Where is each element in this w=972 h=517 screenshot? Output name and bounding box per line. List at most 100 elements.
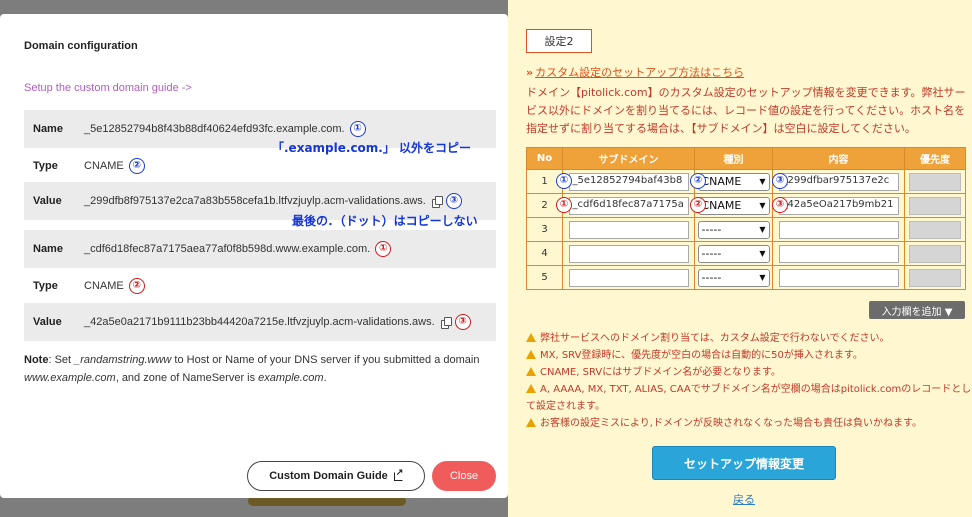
copy-icon[interactable]	[431, 196, 443, 208]
row-key: Type	[33, 280, 58, 292]
copy-icon[interactable]	[440, 317, 452, 329]
warning-text: MX, SRV登録時に、優先度が空白の場合は自動的に50が挿入されます。	[540, 350, 863, 361]
record-2-value-row: Value _42a5e0a2171b9111b23bb44420a7215e.…	[24, 303, 496, 341]
warning-item: お客様の設定ミスにより,ドメインが反映されなくなった場合も責任は負いかねます。	[526, 415, 972, 432]
warning-item: CNAME, SRVにはサブドメイン名が必要となります。	[526, 364, 972, 381]
row-value[interactable]: CNAME	[84, 160, 124, 172]
select-value: -----	[701, 271, 722, 284]
type-select[interactable]: CNAME ▼	[697, 172, 770, 191]
content-input[interactable]: _42a5eOa217b9mb21	[778, 196, 899, 215]
number-badge: ②	[690, 173, 706, 189]
back-link[interactable]: 戻る	[733, 491, 755, 507]
chevron-down-icon: ▼	[759, 273, 766, 282]
record-2-name-row: Name _cdf6d18fec87a7175aea77af0f8b598d.w…	[24, 230, 496, 268]
priority-input[interactable]	[909, 172, 961, 191]
priority-input[interactable]	[909, 268, 961, 287]
type-select[interactable]: ----- ▼	[697, 268, 770, 287]
add-row-button[interactable]: 入力欄を追加 ▼	[869, 301, 965, 319]
close-button[interactable]: Close	[432, 461, 496, 491]
domain-config-modal: Domain configuration Setup the custom do…	[0, 14, 508, 498]
number-badge: ③	[454, 314, 471, 330]
row-value[interactable]: _299dfb8f975137e2ca7a83b558cefa1b.ltfvzj…	[84, 195, 426, 207]
note-part: .	[323, 372, 327, 384]
record-2-type-row: Type CNAME ②	[24, 267, 496, 305]
number-badge: ①	[349, 121, 366, 137]
setup-method-link[interactable]: » カスタム設定のセットアップ方法はこちら	[526, 64, 744, 80]
content-input[interactable]	[778, 268, 899, 287]
warning-icon	[526, 367, 536, 376]
row-value[interactable]: _cdf6d18fec87a7175aea77af0f8b598d.www.ex…	[84, 243, 370, 255]
note-text: Note: Set _randamstring.www to Host or N…	[24, 351, 494, 387]
content-input[interactable]	[778, 220, 899, 239]
table-row: 2 ① _cdf6d18fec87a7175a ② CNAME ▼ ③ _42a5eOa…	[526, 193, 966, 218]
priority-input[interactable]	[909, 196, 961, 215]
subdomain-input[interactable]	[568, 268, 689, 287]
row-number: 3	[526, 217, 563, 242]
select-value: CNAME	[701, 199, 742, 212]
table-row: 1 ① _5e12852794baf43b8 ② CNAME ▼ ③ _299dfbar…	[526, 169, 966, 194]
row-key: Name	[33, 123, 63, 135]
warning-item: A, AAAA, MX, TXT, ALIAS, CAAでサブドメイン名が空欄の…	[526, 381, 972, 415]
button-label: Custom Domain Guide	[269, 470, 388, 482]
select-value: CNAME	[701, 175, 742, 188]
modal-title: Domain configuration	[24, 40, 138, 52]
number-badge: ③	[772, 173, 788, 189]
setup-guide-link[interactable]: Setup the custom domain guide ->	[24, 82, 192, 94]
section-tag: 設定2	[526, 29, 592, 53]
content-input[interactable]: _299dfbar975137e2c	[778, 172, 899, 191]
panel-description: ドメイン【pitolick.com】のカスタム設定のセットアップ情報を変更できま…	[526, 86, 966, 135]
link-label: カスタム設定のセットアップ方法はこちら	[535, 66, 745, 79]
dns-settings-panel: 設定2 » カスタム設定のセットアップ方法はこちら ドメイン【pitolick.c…	[508, 0, 972, 517]
row-value[interactable]: _42a5e0a2171b9111b23bb44420a7215e.ltfvzj…	[84, 316, 435, 328]
row-number: 5	[526, 265, 563, 290]
subdomain-input[interactable]: _cdf6d18fec87a7175a	[568, 196, 689, 215]
warning-icon	[526, 418, 536, 427]
note-part: example.com	[258, 372, 324, 384]
warning-notes: 弊社サービスへのドメイン割り当ては、カスタム設定で行わないでください。 MX, …	[526, 330, 972, 432]
subdomain-input[interactable]: _5e12852794baf43b8	[568, 172, 689, 191]
warning-item: 弊社サービスへのドメイン割り当ては、カスタム設定で行わないでください。	[526, 330, 972, 347]
number-badge: ②	[690, 197, 706, 213]
annotation-copy-except: 「.example.com.」 以外をコピー	[272, 141, 472, 155]
row-number: 4	[526, 241, 563, 266]
note-label: Note	[24, 354, 49, 366]
priority-input[interactable]	[909, 220, 961, 239]
warning-item: MX, SRV登録時に、優先度が空白の場合は自動的に50が挿入されます。	[526, 347, 972, 364]
chevron-down-icon: ▼	[759, 177, 766, 186]
type-select[interactable]: ----- ▼	[697, 220, 770, 239]
number-badge: ③	[445, 193, 462, 209]
chevron-down-icon: ▼	[759, 201, 766, 210]
note-part: , and zone of NameServer is	[115, 372, 259, 384]
table-row: 4 ----- ▼	[526, 241, 966, 266]
update-setup-button[interactable]: セットアップ情報変更	[652, 446, 836, 480]
warning-text: お客様の設定ミスにより,ドメインが反映されなくなった場合も責任は負いかねます。	[540, 418, 922, 429]
warning-icon	[526, 350, 536, 359]
row-value[interactable]: _5e12852794b8f43b88df40624efd93fc.exampl…	[84, 123, 345, 135]
col-header: No	[526, 147, 563, 170]
warning-text: CNAME, SRVにはサブドメイン名が必要となります。	[540, 367, 781, 378]
col-header: 優先度	[904, 147, 966, 170]
note-part: _randamstring.www	[74, 354, 172, 366]
content-input[interactable]	[778, 244, 899, 263]
table-row: 3 ----- ▼	[526, 217, 966, 242]
row-key: Name	[33, 243, 63, 255]
number-badge: ①	[556, 197, 572, 213]
note-part: : Set	[48, 354, 75, 366]
subdomain-input[interactable]	[568, 244, 689, 263]
row-value[interactable]: CNAME	[84, 280, 124, 292]
custom-domain-guide-button[interactable]: Custom Domain Guide	[247, 461, 425, 491]
warning-icon	[526, 384, 536, 393]
number-badge: ①	[556, 173, 572, 189]
subdomain-input[interactable]	[568, 220, 689, 239]
chevron-icon: »	[526, 66, 534, 79]
dns-record-table: No サブドメイン 種別 内容 優先度 1 ① _5e12852794baf43b…	[526, 147, 966, 290]
chevron-down-icon: ▼	[759, 249, 766, 258]
select-value: -----	[701, 247, 722, 260]
type-select[interactable]: CNAME ▼	[697, 196, 770, 215]
row-key: Value	[33, 195, 62, 207]
col-header: 内容	[772, 147, 905, 170]
type-select[interactable]: ----- ▼	[697, 244, 770, 263]
priority-input[interactable]	[909, 244, 961, 263]
note-part: to Host or Name of your DNS server if yo…	[171, 354, 480, 366]
warning-text: A, AAAA, MX, TXT, ALIAS, CAAでサブドメイン名が空欄の…	[526, 384, 972, 412]
